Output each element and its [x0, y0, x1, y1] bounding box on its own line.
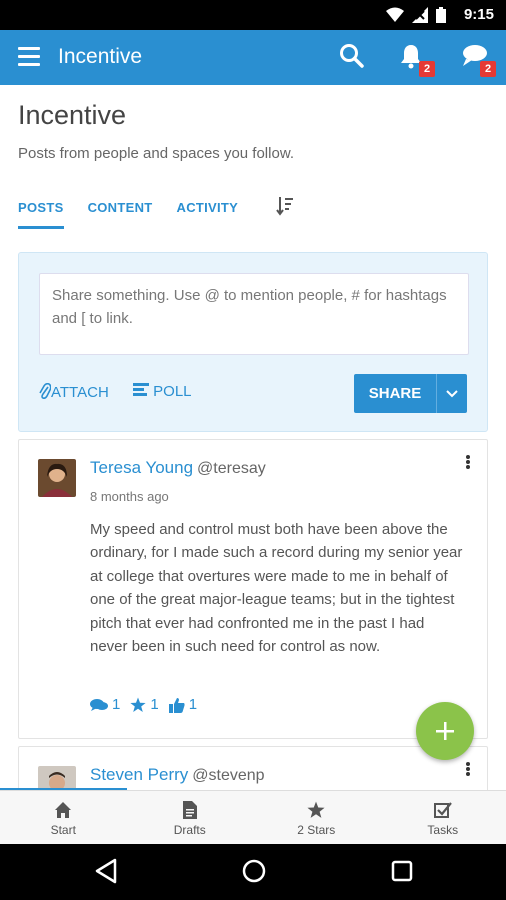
checkbox-icon [433, 802, 452, 818]
messages-badge: 2 [480, 61, 496, 77]
post-author[interactable]: Steven Perry @stevenp [90, 765, 265, 785]
system-nav-bar [0, 844, 506, 900]
app-title: Incentive [58, 45, 143, 68]
search-button[interactable] [339, 43, 371, 73]
menu-line [18, 55, 40, 58]
poll-label: POLL [153, 383, 192, 400]
recents-icon [391, 860, 413, 882]
notifications-badge: 2 [419, 61, 435, 77]
post-card: Teresa Young @teresay 8 months ago My spe… [18, 439, 488, 739]
nav-label: Start [50, 823, 76, 837]
tab-posts[interactable]: POSTS [18, 200, 64, 229]
back-button[interactable] [94, 858, 118, 889]
post-body: My speed and control must both have been… [90, 521, 463, 656]
sort-icon [276, 197, 294, 216]
plus-icon [436, 722, 454, 740]
signal-icon [412, 7, 428, 23]
share-button[interactable]: SHARE [354, 374, 467, 413]
author-handle: @stevenp [192, 767, 265, 784]
tab-content[interactable]: CONTENT [88, 200, 153, 229]
author-name: Teresa Young [90, 458, 194, 477]
post-author[interactable]: Teresa Young @teresay [90, 458, 266, 478]
more-vertical-icon [466, 455, 470, 469]
comments-icon [90, 698, 108, 711]
stars-count: 1 [150, 696, 159, 713]
page-header: Incentive Posts from people and spaces y… [18, 100, 294, 162]
share-options-button[interactable] [437, 374, 467, 413]
home-icon [55, 802, 72, 818]
status-time: 9:15 [463, 6, 494, 23]
star-icon [307, 801, 325, 818]
recents-button[interactable] [390, 858, 414, 889]
likes-count: 1 [188, 696, 198, 713]
post-timestamp[interactable]: 8 months ago [90, 489, 169, 504]
tab-activity[interactable]: ACTIVITY [177, 200, 239, 229]
nav-item-stars[interactable]: 2 Stars [253, 791, 380, 845]
share-label: SHARE [354, 374, 437, 413]
post-menu-button[interactable] [465, 454, 475, 475]
search-icon [340, 44, 364, 68]
comments-button[interactable]: 1 [90, 696, 120, 713]
back-icon [95, 858, 117, 884]
wifi-icon [386, 7, 404, 22]
avatar-image [38, 459, 76, 497]
author-name: Steven Perry [90, 765, 189, 784]
page-title: Incentive [18, 100, 127, 130]
menu-line [18, 47, 40, 50]
attach-label: ATTACH [51, 384, 109, 401]
author-handle: @teresay [197, 460, 266, 477]
nav-item-start[interactable]: Start [0, 791, 127, 845]
document-icon [182, 801, 197, 819]
messages-button[interactable]: 2 [460, 43, 496, 77]
compose-input[interactable]: Share something. Use @ to mention people… [39, 273, 469, 355]
menu-line [18, 63, 40, 66]
notifications-button[interactable]: 2 [399, 43, 435, 77]
paperclip-icon [39, 382, 52, 400]
battery-icon [436, 7, 446, 23]
sort-button[interactable] [276, 196, 294, 221]
star-icon [130, 697, 146, 712]
nav-label: 2 Stars [297, 823, 336, 837]
nav-item-tasks[interactable]: Tasks [380, 791, 506, 845]
menu-button[interactable] [18, 47, 40, 67]
status-icons [386, 7, 446, 23]
like-button[interactable]: 1 [168, 696, 198, 713]
thumbs-up-icon [168, 697, 185, 713]
post-menu-button[interactable] [465, 761, 475, 782]
avatar[interactable] [38, 459, 76, 497]
bottom-nav: Start Drafts 2 Stars Tasks [0, 790, 506, 845]
app-bar: Incentive 2 2 [0, 30, 506, 85]
add-post-button[interactable] [416, 702, 474, 760]
poll-icon [133, 383, 149, 396]
home-circle-icon [242, 859, 266, 883]
more-vertical-icon [466, 762, 470, 776]
chevron-down-icon [446, 390, 458, 398]
nav-label: Drafts [173, 823, 206, 837]
page-subtitle: Posts from people and spaces you follow. [18, 145, 294, 162]
status-bar: 9:15 [0, 0, 506, 30]
poll-button[interactable]: POLL [133, 383, 192, 400]
home-button[interactable] [241, 858, 267, 889]
nav-label: Tasks [427, 823, 459, 837]
tab-bar: POSTS CONTENT ACTIVITY [18, 197, 294, 229]
nav-item-drafts[interactable]: Drafts [127, 791, 254, 845]
composer-panel: Share something. Use @ to mention people… [18, 252, 488, 432]
attach-button[interactable]: ATTACH [39, 382, 109, 401]
comments-count: 1 [112, 696, 121, 713]
star-button[interactable]: 1 [130, 696, 159, 713]
post-stats: 1 1 1 [90, 696, 197, 713]
